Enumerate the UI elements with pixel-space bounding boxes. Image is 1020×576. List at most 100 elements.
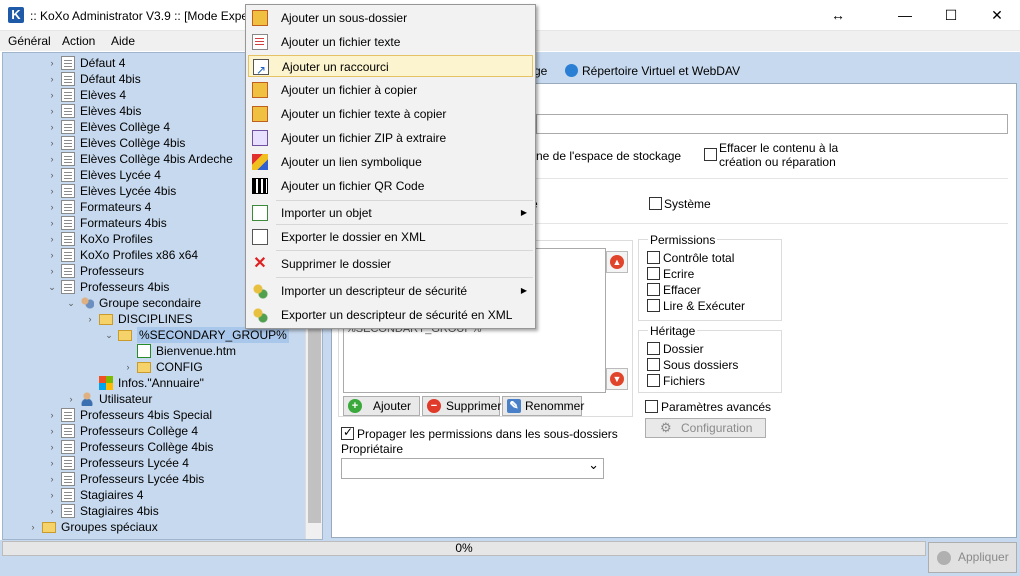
menu-aide[interactable]: Aide [111,34,135,48]
expand-icon[interactable]: › [123,359,133,375]
tree-node[interactable]: ⌄ %SECONDARY_GROUP% [3,327,306,343]
doc-icon [61,104,75,118]
qr-code-icon [252,178,268,194]
expand-icon[interactable]: › [47,247,57,263]
tree-node-label: Elèves Collège 4bis [80,136,186,150]
resize-icon[interactable]: ↔ [815,0,861,31]
menu-item[interactable]: Importer un descripteur de sécurité ▶ [248,280,533,302]
menu-separator [276,224,533,225]
tree-node-label: Professeurs 4bis [80,280,170,294]
menu-item[interactable]: Ajouter un lien symbolique [248,151,533,173]
expand-icon[interactable] [123,343,133,359]
apply-button[interactable]: Appliquer [928,542,1017,573]
expand-icon[interactable]: › [47,487,57,503]
expand-icon[interactable]: › [47,135,57,151]
menu-action[interactable]: Action [62,34,95,48]
expand-icon[interactable] [85,375,95,391]
menu-separator [276,200,533,201]
advanced-checkbox[interactable] [645,400,658,413]
expand-icon[interactable]: › [47,119,57,135]
menu-item[interactable]: Exporter un descripteur de sécurité en X… [248,304,533,326]
add-button[interactable]: + Ajouter [343,396,420,416]
heritage-folder-checkbox[interactable] [647,342,660,355]
expand-icon[interactable]: ⌄ [104,327,114,343]
move-up-button[interactable]: ▲ [606,251,628,273]
expand-icon[interactable]: › [28,519,38,535]
tree-node[interactable]: › CONFIG [3,359,306,375]
tree-node-label: Utilisateur [99,392,153,406]
doc-icon [61,56,75,70]
expand-icon[interactable]: › [47,183,57,199]
expand-icon[interactable]: › [47,71,57,87]
expand-icon[interactable]: › [47,455,57,471]
owner-select[interactable]: ⌄ [341,457,604,479]
menu-general[interactable]: Général [8,34,51,48]
menu-item[interactable]: Ajouter un raccourci [248,55,533,81]
heritage-files-checkbox[interactable] [647,374,660,387]
perm-delete-checkbox[interactable] [647,283,660,296]
permissions-title: Permissions [648,233,718,247]
perm-full-control-checkbox[interactable] [647,251,660,264]
expand-icon[interactable]: › [47,167,57,183]
menu-item-label: Ajouter un fichier à copier [281,83,418,97]
tree-node[interactable]: › Professeurs 4bis Special [3,407,306,423]
tab-webdav[interactable]: Répertoire Virtuel et WebDAV [565,60,740,84]
tree-node-label: KoXo Profiles x86 x64 [80,248,199,262]
menu-item[interactable]: Ajouter un fichier ZIP à extraire [248,127,533,149]
expand-icon[interactable]: › [47,199,57,215]
expand-icon[interactable]: › [66,391,76,407]
expand-icon[interactable]: › [47,263,57,279]
heritage-subfolders-checkbox[interactable] [647,358,660,371]
tab-partial[interactable]: ge [534,60,547,84]
tree-node[interactable]: › Stagiaires 4bis [3,503,306,519]
expand-icon[interactable]: › [47,423,57,439]
minimize-button[interactable]: — [882,0,928,31]
propagate-checkbox[interactable] [341,425,354,440]
tree-node[interactable]: › Groupes spéciaux [3,519,306,535]
rename-button[interactable]: ✎ Renommer [502,396,584,416]
tree-node-label: Professeurs [80,264,145,278]
tree-node[interactable]: › Stagiaires 4 [3,487,306,503]
perm-read-exec-checkbox[interactable] [647,299,660,312]
tree-node[interactable]: Infos."Annuaire" [3,375,306,391]
tree-node[interactable]: › Professeurs Lycée 4 [3,455,306,471]
menu-item[interactable]: Ajouter un fichier texte [248,31,533,53]
expand-icon[interactable]: › [47,215,57,231]
expand-icon[interactable]: › [47,151,57,167]
tree-node[interactable]: › Professeurs Lycée 4bis [3,471,306,487]
clear-content-checkbox[interactable] [704,148,717,161]
tree-node[interactable]: › Utilisateur [3,391,306,407]
expand-icon[interactable]: › [47,103,57,119]
delete-label: Supprimer [446,399,502,413]
import-object-icon [252,205,268,221]
menu-item[interactable]: Ajouter un fichier à copier [248,79,533,101]
expand-icon[interactable]: › [47,439,57,455]
tree-node[interactable]: › Professeurs Collège 4bis [3,439,306,455]
close-button[interactable]: ✕ [974,0,1020,31]
expand-icon[interactable]: › [47,503,57,519]
doc-icon [61,184,75,198]
menu-item[interactable]: ✕ Supprimer le dossier [248,253,533,275]
menu-item[interactable]: Exporter le dossier en XML [248,226,533,248]
name-input[interactable] [536,114,1008,134]
expand-icon[interactable]: ⌄ [66,295,76,311]
expand-icon[interactable]: › [47,55,57,71]
move-down-button[interactable]: ▼ [606,368,628,390]
expand-icon[interactable]: › [47,407,57,423]
tree-node[interactable]: Bienvenue.htm [3,343,306,359]
expand-icon[interactable]: › [47,87,57,103]
menu-item[interactable]: Ajouter un fichier texte à copier [248,103,533,125]
expand-icon[interactable]: ⌄ [47,279,57,295]
expand-icon[interactable]: › [47,231,57,247]
delete-button[interactable]: − Supprimer [422,396,502,416]
menu-item[interactable]: Ajouter un fichier QR Code [248,175,533,197]
tree-node[interactable]: › Professeurs Collège 4 [3,423,306,439]
menu-item[interactable]: Importer un objet ▶ [248,202,533,224]
expand-icon[interactable]: › [47,471,57,487]
perm-write-checkbox[interactable] [647,267,660,280]
menu-item[interactable]: Ajouter un sous-dossier [248,7,533,29]
expand-icon[interactable]: › [85,311,95,327]
configuration-button[interactable]: ⚙ Configuration [645,418,766,438]
system-checkbox[interactable] [649,197,662,210]
maximize-button[interactable]: ☐ [928,0,974,31]
